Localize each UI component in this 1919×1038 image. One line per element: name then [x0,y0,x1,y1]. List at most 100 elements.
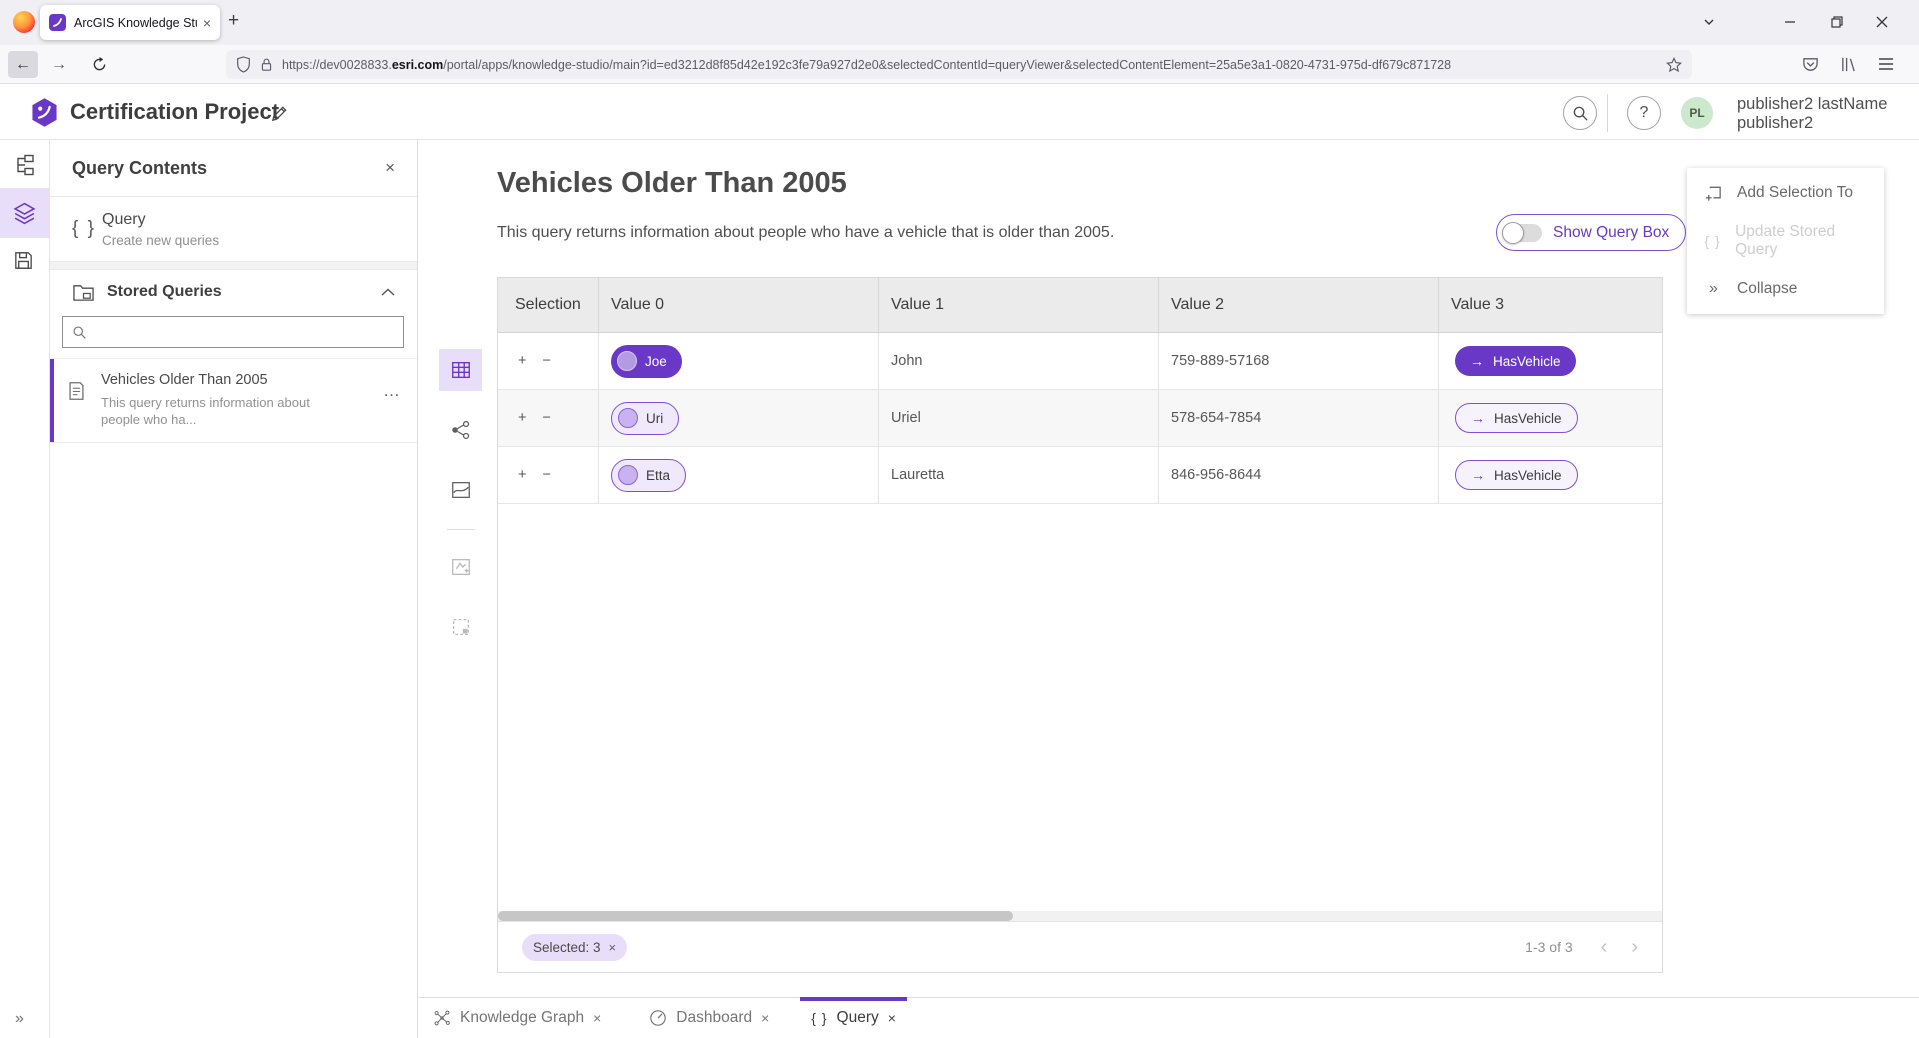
knowledge-studio-logo-icon[interactable] [29,97,60,128]
select-extent-button[interactable] [439,606,482,648]
browser-reload-button[interactable] [84,51,114,78]
menu-hamburger-icon[interactable] [1878,57,1894,71]
help-button[interactable]: ? [1627,96,1661,130]
tab-close-icon[interactable]: × [888,1010,896,1026]
entity-pill[interactable]: Uri [611,402,679,435]
relationship-pill[interactable]: →HasVehicle [1455,460,1578,490]
link-chart-view-button[interactable] [439,409,482,451]
column-header-value0[interactable]: Value 0 [599,278,879,332]
tracking-shield-icon[interactable] [236,56,251,73]
expand-rail-icon[interactable]: » [15,1010,24,1028]
remove-from-selection-icon[interactable]: − [542,410,550,426]
dashboard-tab-icon [649,1009,667,1027]
browser-tab-active[interactable]: ArcGIS Knowledge Studio × [40,5,220,40]
relationship-pill[interactable]: →HasVehicle [1455,403,1578,433]
stored-query-more-icon[interactable]: … [383,381,401,401]
column-header-selection[interactable]: Selection [498,278,599,332]
entity-pill[interactable]: Joe [611,345,682,378]
search-icon [72,325,87,340]
stored-queries-search-input[interactable] [94,324,394,340]
stored-queries-header[interactable]: Stored Queries [50,270,417,314]
tab-query[interactable]: { } Query × [808,998,899,1038]
pagination-range: 1-3 of 3 [1525,939,1572,955]
stored-query-item-selected[interactable]: Vehicles Older Than 2005 This query retu… [50,358,417,443]
window-close-button[interactable] [1874,14,1890,30]
remove-from-selection-icon[interactable]: − [542,467,550,483]
braces-icon: { } [811,1010,827,1026]
user-name: publisher2 lastName [1737,95,1887,114]
chevron-up-icon[interactable] [381,288,395,297]
menu-item-collapse[interactable]: » Collapse [1687,265,1884,313]
address-bar[interactable]: https://dev0028833.esri.com/portal/apps/… [226,50,1692,79]
tab-close-icon[interactable]: × [203,16,211,30]
stored-query-description: This query returns information about peo… [101,394,387,428]
bookmark-star-icon[interactable] [1666,57,1682,73]
user-avatar[interactable]: PL [1681,97,1713,129]
braces-icon: { } [1704,233,1721,249]
save-rail-icon[interactable] [12,249,35,272]
query-create-item[interactable]: { } Query Create new queries [50,197,417,261]
add-to-selection-icon[interactable]: + [518,353,526,369]
add-to-map-button[interactable] [439,546,482,588]
entity-dot-icon [618,465,638,485]
table-view-button[interactable] [439,349,482,391]
cell-value2: 578-654-7854 [1159,390,1439,446]
knowledge-graph-rail-icon[interactable] [12,153,36,177]
panel-close-icon[interactable]: × [385,158,395,178]
previous-page-icon[interactable]: ‹ [1601,936,1608,959]
menu-item-update-stored-query[interactable]: { } Update Stored Query [1687,217,1884,265]
remove-from-selection-icon[interactable]: − [542,353,550,369]
browser-tab-strip: ArcGIS Knowledge Studio × + [0,0,1919,45]
tab-label: Query [837,1009,879,1027]
library-icon[interactable] [1840,56,1857,73]
lock-icon[interactable] [260,57,273,72]
browser-forward-button[interactable]: → [44,51,74,78]
clear-selection-icon[interactable]: × [609,940,617,955]
relationship-pill[interactable]: →HasVehicle [1455,346,1576,376]
arcgis-knowledge-studio-window: { "browser": { "tab_title": "ArcGIS Know… [0,0,1919,1038]
tab-dashboard[interactable]: Dashboard × [646,998,772,1038]
next-page-icon[interactable]: › [1631,936,1638,959]
layers-rail-icon[interactable] [12,201,37,226]
search-button[interactable] [1563,96,1597,130]
save-to-pocket-icon[interactable] [1802,56,1819,73]
scrollbar-thumb[interactable] [498,911,1013,921]
stored-queries-searchbox[interactable] [62,316,404,348]
new-tab-button[interactable]: + [228,10,239,32]
knowledge-graph-tab-icon [433,1009,451,1027]
show-query-box-toggle[interactable]: Show Query Box [1496,214,1686,251]
toggle-track[interactable] [1504,224,1542,242]
tab-close-icon[interactable]: × [761,1010,769,1026]
selected-count-chip[interactable]: Selected: 3 × [522,934,627,961]
tab-list-chevron-icon[interactable] [1702,15,1716,29]
query-item-title: Query [102,211,219,229]
map-view-button[interactable] [439,469,482,511]
url-text[interactable]: https://dev0028833.esri.com/portal/apps/… [282,58,1666,72]
page-title: Vehicles Older Than 2005 [497,167,847,200]
entity-pill[interactable]: Etta [611,459,686,492]
collapse-chevrons-icon: » [1704,280,1723,298]
tab-close-icon[interactable]: × [593,1010,601,1026]
firefox-logo-icon[interactable] [13,11,35,33]
toggle-knob[interactable] [1502,222,1524,244]
cell-value2: 759-889-57168 [1159,333,1439,389]
horizontal-scrollbar[interactable] [498,911,1662,921]
column-header-value3[interactable]: Value 3 [1439,278,1662,332]
menu-item-add-selection-to[interactable]: Add Selection To [1687,169,1884,217]
edit-title-icon[interactable] [270,104,289,123]
column-header-value2[interactable]: Value 2 [1159,278,1439,332]
window-minimize-button[interactable] [1782,14,1798,30]
add-to-selection-icon[interactable]: + [518,410,526,426]
window-restore-button[interactable] [1829,14,1845,30]
tab-label: Dashboard [676,1009,752,1027]
tab-knowledge-graph[interactable]: Knowledge Graph × [430,998,604,1038]
browser-back-button[interactable]: ← [8,51,38,78]
column-header-value1[interactable]: Value 1 [879,278,1159,332]
add-to-selection-icon[interactable]: + [518,467,526,483]
add-selection-icon [1704,184,1723,203]
toolbar-divider [447,529,475,530]
table-row: + − Uri Uriel 578-654-7854 →HasVehicle [498,390,1662,447]
query-contents-panel: Query Contents × { } Query Create new qu… [50,140,418,1038]
user-info[interactable]: publisher2 lastName publisher2 [1737,95,1887,133]
cell-value1: John [879,333,1159,389]
